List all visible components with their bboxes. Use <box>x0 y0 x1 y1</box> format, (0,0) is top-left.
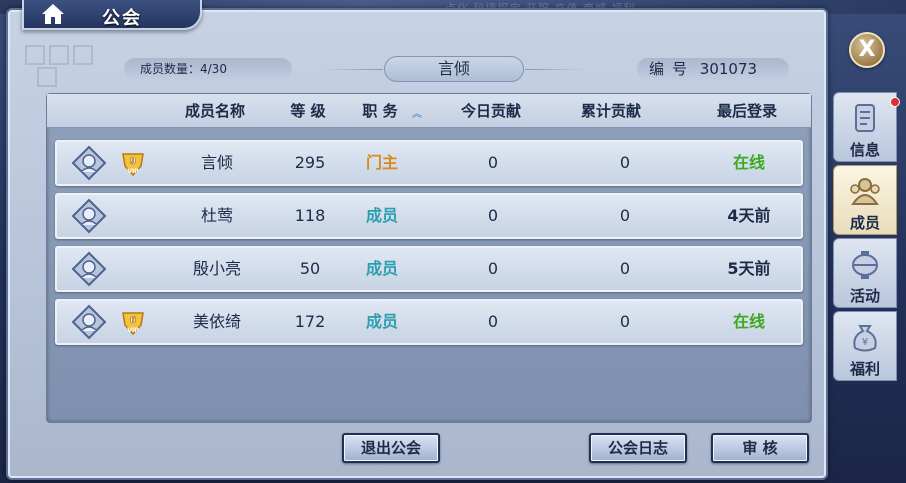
table-row[interactable]: 殷小亮 50 成员 0 0 5天前 <box>55 246 803 292</box>
member-name: 杜莺 <box>200 206 233 225</box>
money-bag-icon: ¥ <box>853 325 877 352</box>
table-header: 成员名称 等 级 职 务 今日贡献 累计贡献 最后登录 <box>47 94 811 128</box>
member-total-contribution: 0 <box>619 312 631 331</box>
svg-text:6: 6 <box>130 316 136 326</box>
member-name: 殷小亮 <box>192 259 241 278</box>
svg-text:¥: ¥ <box>862 337 868 348</box>
sort-toggle-icon[interactable]: ︽ <box>412 109 424 121</box>
member-name: 美依绮 <box>192 312 241 331</box>
member-name: 言倾 <box>200 153 233 172</box>
tab-welfare[interactable]: ¥ 福利 <box>833 311 897 381</box>
member-total-contribution: 0 <box>619 153 631 172</box>
vip-badge-icon: 6VIP <box>122 312 144 336</box>
member-level: 118 <box>294 206 326 225</box>
tab-info-label: 信息 <box>849 141 880 159</box>
member-today-contribution: 0 <box>487 312 499 331</box>
member-avatar-icon <box>71 145 107 181</box>
page-title: 公会 <box>102 8 142 29</box>
tab-activity-label: 活动 <box>849 287 880 305</box>
member-today-contribution: 0 <box>487 153 499 172</box>
svg-text:VIP: VIP <box>127 168 139 175</box>
member-table: 成员名称 等 级 职 务 今日贡献 累计贡献 最后登录 9 VIP 言倾 295 门主 0… <box>46 93 812 423</box>
guild-name: 言倾 <box>323 56 585 82</box>
guild-id-value: 301073 <box>699 60 758 78</box>
svg-text:VIP: VIP <box>127 327 139 334</box>
member-avatar-icon <box>71 198 107 234</box>
svg-text:9: 9 <box>130 157 136 167</box>
member-level: 295 <box>294 153 326 172</box>
member-last-login: 在线 <box>732 312 765 331</box>
member-role: 成员 <box>365 312 398 331</box>
tab-members-label: 成员 <box>849 214 880 232</box>
member-avatar-icon <box>71 304 107 340</box>
member-count: 成员数量：4/30 <box>124 58 292 80</box>
member-level: 172 <box>294 312 326 331</box>
guild-id-label: 编号 <box>649 60 696 78</box>
col-header-level: 等 级 <box>290 102 326 120</box>
col-header-today: 今日贡献 <box>460 102 521 120</box>
col-header-total: 累计贡献 <box>580 102 641 120</box>
frame-decoration <box>22 40 112 90</box>
guild-log-button[interactable]: 公会日志 <box>589 433 687 463</box>
member-today-contribution: 0 <box>487 206 499 225</box>
member-level: 50 <box>299 259 321 278</box>
side-tab-bar: 信息 成员 活动 ¥ 福利 <box>833 92 906 384</box>
member-last-login: 在线 <box>732 153 765 172</box>
members-icon <box>850 178 880 205</box>
col-header-last-login: 最后登录 <box>716 102 777 120</box>
col-header-name: 成员名称 <box>184 102 245 120</box>
guild-id: 编号 301073 <box>637 58 789 80</box>
member-avatar-icon <box>71 251 107 287</box>
review-button[interactable]: 审 核 <box>711 433 809 463</box>
scroll-info-icon <box>855 104 875 132</box>
col-header-role[interactable]: 职 务 <box>343 94 417 128</box>
leave-guild-button[interactable]: 退出公会 <box>342 433 440 463</box>
notification-badge <box>890 97 900 107</box>
table-row[interactable]: 杜莺 118 成员 0 0 4天前 <box>55 193 803 239</box>
member-last-login: 4天前 <box>727 206 771 225</box>
member-today-contribution: 0 <box>487 259 499 278</box>
member-total-contribution: 0 <box>619 206 631 225</box>
member-role: 门主 <box>365 153 398 172</box>
activity-lantern-icon <box>852 251 878 279</box>
member-role: 成员 <box>365 206 398 225</box>
tab-welfare-label: 福利 <box>849 360 880 378</box>
vip-badge-icon: 9VIP <box>122 153 144 177</box>
table-row[interactable]: 6 VIP 美依绮 172 成员 0 0 在线 <box>55 299 803 345</box>
tab-activity[interactable]: 活动 <box>833 238 897 308</box>
home-icon[interactable] <box>40 2 66 26</box>
member-total-contribution: 0 <box>619 259 631 278</box>
tab-info[interactable]: 信息 <box>833 92 900 162</box>
table-row[interactable]: 9 VIP 言倾 295 门主 0 0 在线 <box>55 140 803 186</box>
member-last-login: 5天前 <box>727 259 771 278</box>
tab-members[interactable]: 成员 <box>833 165 897 235</box>
close-button[interactable]: X <box>849 32 885 68</box>
member-role: 成员 <box>365 259 398 278</box>
